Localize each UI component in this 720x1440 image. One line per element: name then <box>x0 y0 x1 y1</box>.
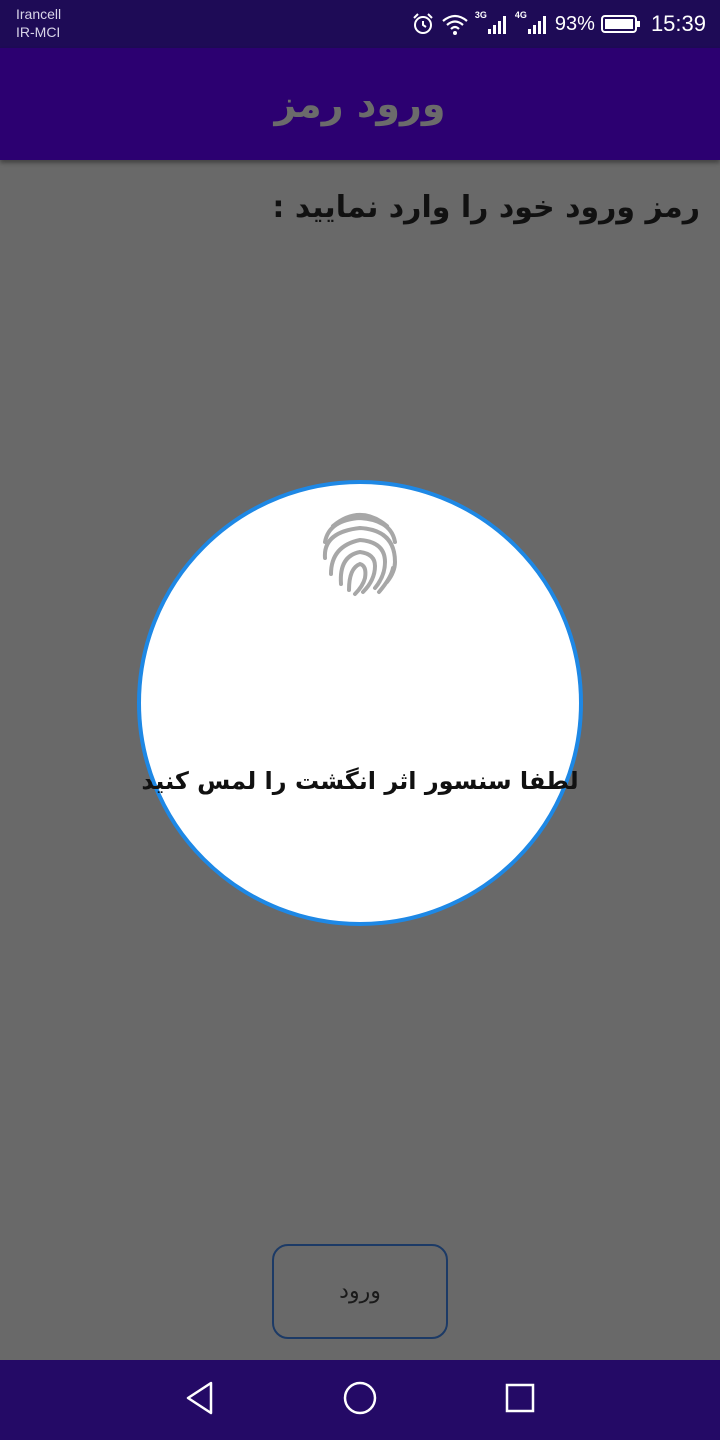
recent-apps-icon <box>504 1382 536 1418</box>
page-title: ورود رمز <box>274 82 446 126</box>
carrier-primary: Irancell <box>16 6 62 22</box>
status-bar: Irancell IR-MCI 3G 4G 93% 15:39 <box>0 0 720 48</box>
status-icons: 3G 4G 93% 15:39 <box>411 8 706 40</box>
fingerprint-icon <box>319 506 401 598</box>
battery-icon <box>600 14 641 34</box>
signal-icon <box>527 13 549 35</box>
recent-apps-button[interactable] <box>500 1380 540 1420</box>
app-bar: ورود رمز <box>0 48 720 160</box>
clock: 15:39 <box>650 11 706 36</box>
fingerprint-message: لطفا سنسور اثر انگشت را لمس کنید <box>141 767 579 795</box>
carrier-secondary: IR-MCI <box>16 24 61 40</box>
wifi-icon <box>441 12 469 36</box>
back-button[interactable] <box>180 1380 220 1420</box>
home-icon <box>342 1380 378 1420</box>
network-type-2: 4G <box>514 10 527 20</box>
login-button-label: ورود <box>339 1279 381 1304</box>
alarm-icon <box>411 12 435 36</box>
login-button[interactable]: ورود <box>272 1244 448 1339</box>
fingerprint-dialog: لطفا سنسور اثر انگشت را لمس کنید <box>137 480 583 926</box>
carrier-info: Irancell IR-MCI <box>16 5 61 41</box>
battery-percent: 93% <box>554 12 595 35</box>
signal-icon <box>487 13 509 35</box>
back-icon <box>183 1380 217 1420</box>
home-button[interactable] <box>340 1380 380 1420</box>
network-type-1: 3G <box>474 10 487 20</box>
password-prompt: رمز ورود خود را وارد نمایید : <box>272 190 700 225</box>
navigation-bar <box>0 1360 720 1440</box>
